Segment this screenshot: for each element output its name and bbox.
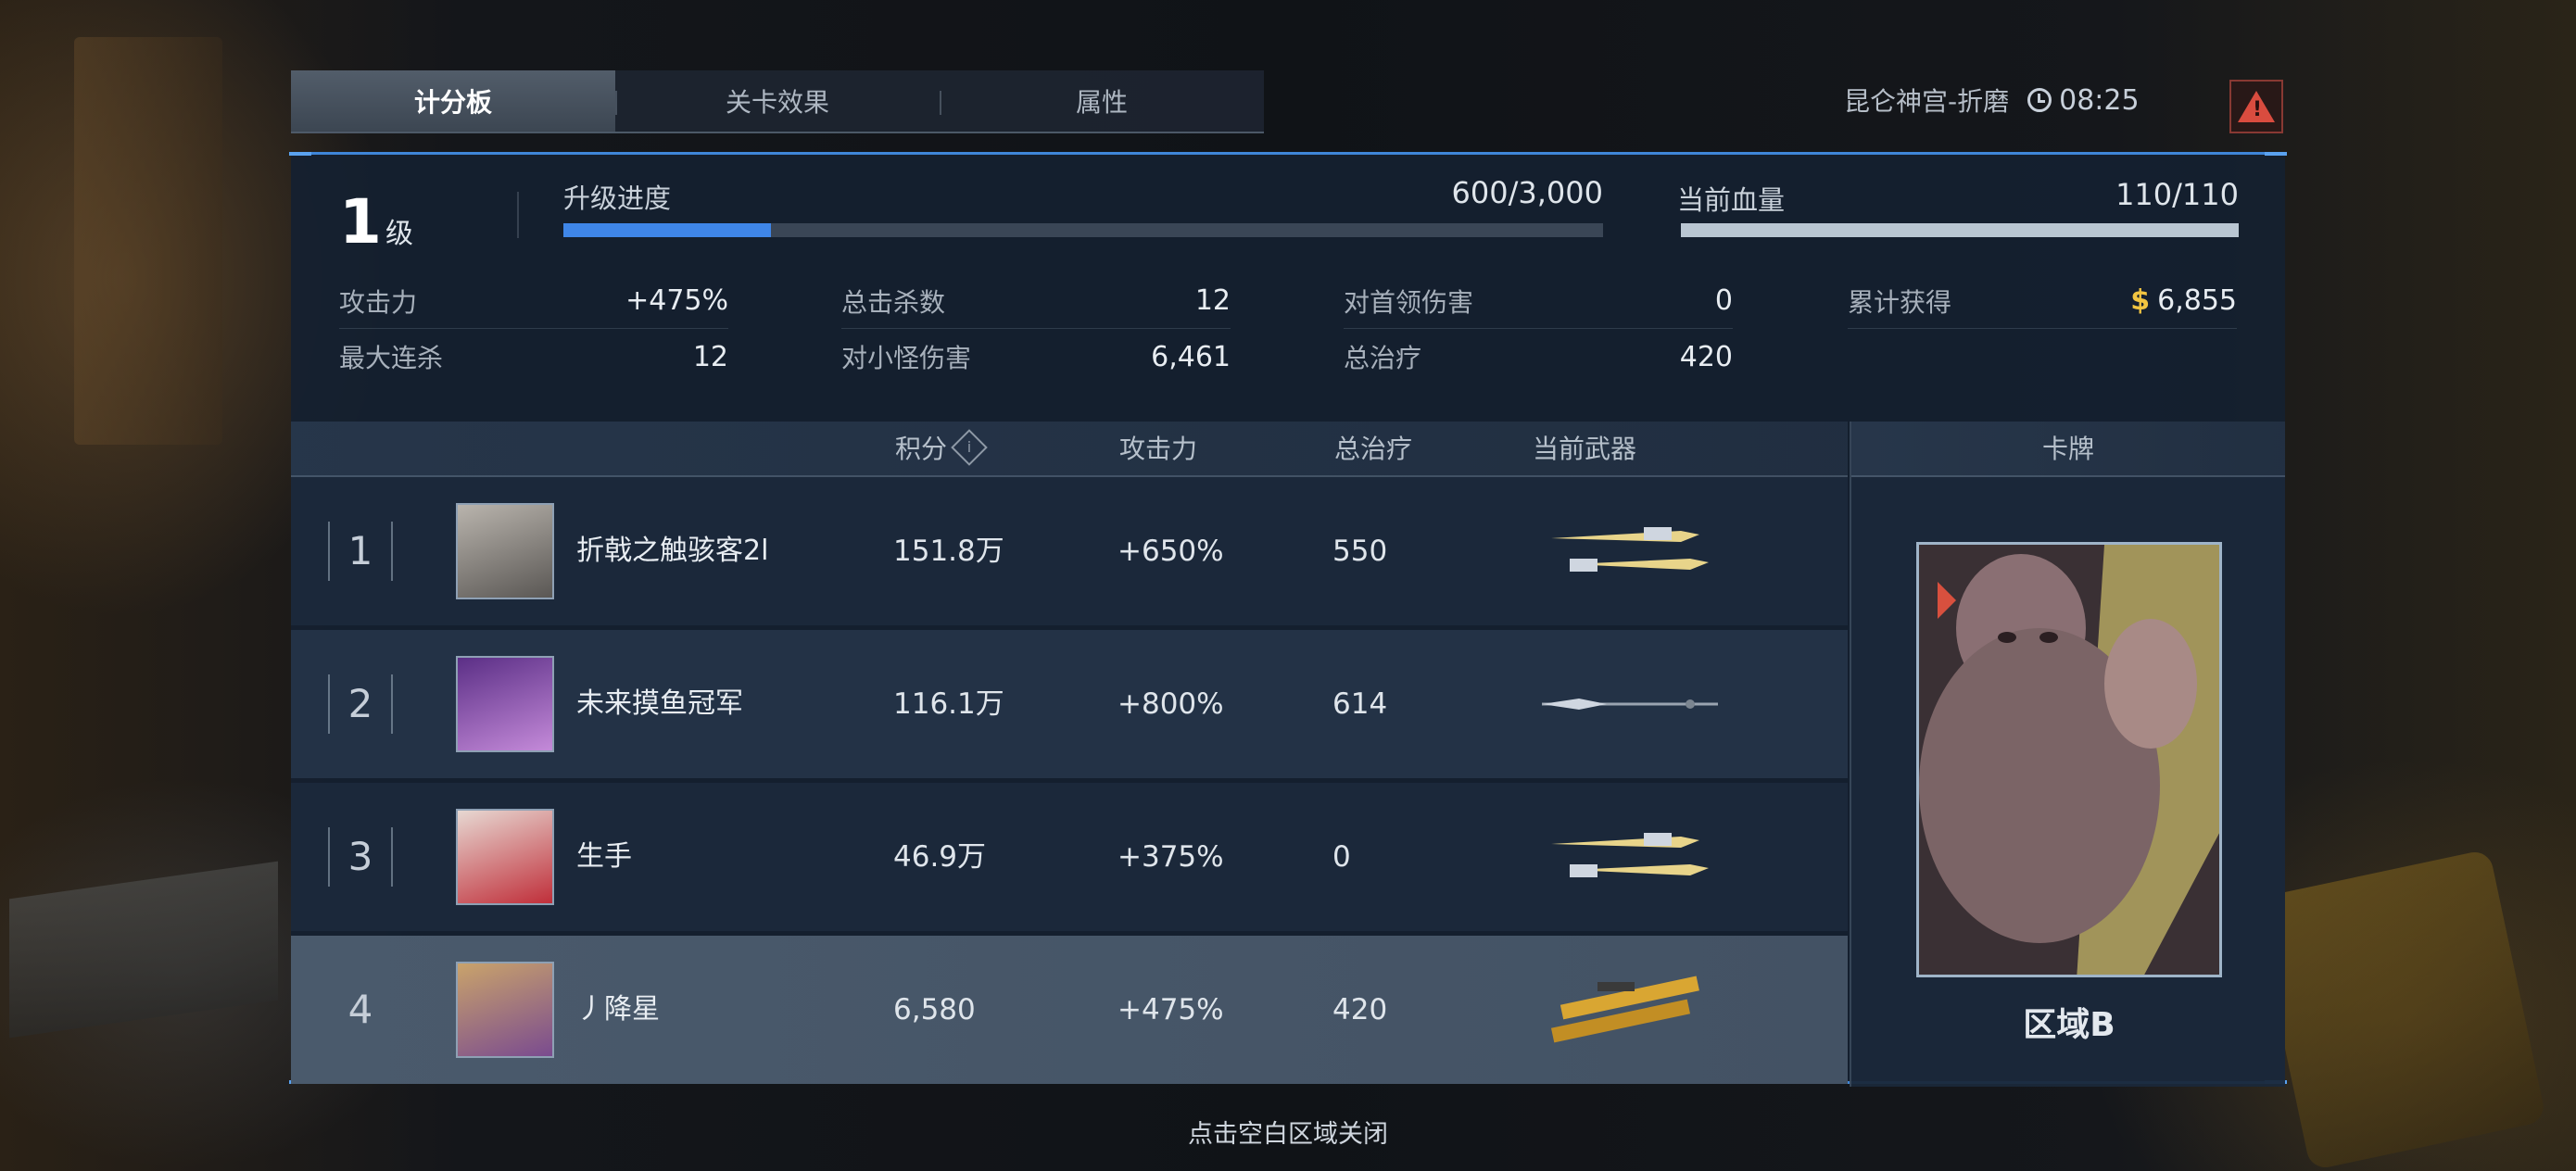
status-bar: 昆仑神宫-折磨 08:25 <box>1844 82 2140 119</box>
scoreboard-header: 积分 i 攻击力 总治疗 当前武器 <box>291 422 1848 477</box>
player-heal: 614 <box>1332 687 1388 721</box>
health-fill <box>1681 223 2239 237</box>
player-level: 1 级 <box>339 186 413 258</box>
stat-key: 总治疗 <box>1344 343 1422 373</box>
tab-scoreboard[interactable]: 计分板 <box>291 70 615 132</box>
player-score: 151.8万 <box>893 535 1004 568</box>
player-heal: 0 <box>1332 840 1351 874</box>
stat-boss-damage: 对首领伤害 0 <box>1344 273 1733 329</box>
tab-bar: 计分板 关卡效果 属性 <box>291 70 1264 133</box>
card-title: 卡牌 <box>1851 422 2285 477</box>
header-attack: 攻击力 <box>1119 434 1198 464</box>
timer-value: 08:25 <box>2059 83 2140 117</box>
player-score: 116.1万 <box>893 687 1004 721</box>
stat-value: 12 <box>1194 284 1231 317</box>
tab-attributes[interactable]: 属性 <box>940 70 1264 132</box>
table-row[interactable]: 2 未来摸鱼冠军 116.1万 +800% 614 <box>291 630 1848 778</box>
health-label: 当前血量 <box>1677 184 1786 216</box>
coin-icon: $ <box>2130 284 2151 317</box>
alert-button[interactable]: ! <box>2229 80 2283 133</box>
stat-total-heal: 总治疗 420 <box>1344 329 1733 384</box>
card-image[interactable] <box>1916 542 2222 977</box>
table-row[interactable]: 1 折戟之触骇客2l 151.8万 +650% 550 <box>291 477 1848 625</box>
health-value: 110/110 <box>2115 177 2239 212</box>
player-attack: +800% <box>1118 687 1224 721</box>
background-crate <box>9 861 278 1039</box>
twin-daggers-icon <box>1533 514 1718 588</box>
player-attack: +475% <box>1118 993 1224 1026</box>
stat-minion-damage: 对小怪伤害 6,461 <box>841 329 1231 384</box>
stat-value: 12 <box>692 340 728 373</box>
divider <box>517 192 519 238</box>
rank-number: 4 <box>347 987 373 1032</box>
stat-key: 累计获得 <box>1848 286 1952 318</box>
table-row[interactable]: 4 丿降星 6,580 +475% 420 <box>291 936 1848 1084</box>
player-attack: +375% <box>1118 840 1224 874</box>
stat-value: +475% <box>625 284 728 317</box>
mutant-creature-illustration <box>1919 545 2219 975</box>
avatar <box>456 809 554 905</box>
tab-level-effects[interactable]: 关卡效果 <box>615 70 940 132</box>
header-weapon: 当前武器 <box>1533 434 1637 464</box>
golden-rifles-icon <box>1533 973 1718 1047</box>
info-icon[interactable]: i <box>951 429 988 466</box>
stat-value: 6,461 <box>1151 340 1231 373</box>
rank-number: 3 <box>328 827 393 887</box>
header-score-label: 积分 <box>895 434 948 464</box>
upgrade-progress-label: 升级进度 <box>563 183 672 214</box>
stat-value: $6,855 <box>2130 284 2237 317</box>
scoreboard-panel: 1 级 升级进度 600/3,000 当前血量 110/110 攻击力 +475… <box>289 152 2287 1087</box>
stat-key: 总击杀数 <box>841 286 946 318</box>
card-section: 卡牌 区域B <box>1850 422 2285 1087</box>
header-heal: 总治疗 <box>1334 434 1413 464</box>
stat-value: 420 <box>1679 340 1733 373</box>
spear-icon <box>1533 667 1718 741</box>
player-summary: 1 级 升级进度 600/3,000 当前血量 110/110 攻击力 +475… <box>291 155 2285 422</box>
player-attack: +650% <box>1118 535 1224 568</box>
upgrade-progress-fill <box>563 223 772 237</box>
player-name: 未来摸鱼冠军 <box>576 687 743 720</box>
close-hint[interactable]: 点击空白区域关闭 <box>0 1114 2576 1150</box>
card-zone-label: 区域B <box>2023 1006 2115 1044</box>
table-row[interactable]: 3 生手 46.9万 +375% 0 <box>291 783 1848 931</box>
rank-number: 2 <box>328 674 393 734</box>
rank-number: 1 <box>328 522 393 581</box>
earned-value: 6,855 <box>2157 284 2237 317</box>
stat-total-kills: 总击杀数 12 <box>841 273 1231 329</box>
stat-key: 攻击力 <box>339 286 418 318</box>
header-score: 积分 i <box>895 422 988 477</box>
player-heal: 550 <box>1332 535 1388 568</box>
stat-total-earned: 累计获得 $6,855 <box>1848 273 2237 329</box>
stat-key: 最大连杀 <box>339 343 444 373</box>
background-pillar <box>74 37 222 445</box>
warning-triangle-icon: ! <box>2238 91 2275 122</box>
avatar <box>456 656 554 752</box>
player-name: 折戟之触骇客2l <box>576 535 769 567</box>
player-name: 丿降星 <box>576 993 660 1026</box>
player-heal: 420 <box>1332 993 1388 1026</box>
player-name: 生手 <box>576 840 632 873</box>
avatar <box>456 503 554 599</box>
level-unit: 级 <box>385 218 413 250</box>
player-score: 46.9万 <box>893 840 987 874</box>
location-label: 昆仑神宫-折磨 <box>1844 86 2010 117</box>
health-bar <box>1681 223 2239 237</box>
stat-key: 对小怪伤害 <box>841 343 972 373</box>
player-score: 6,580 <box>893 993 976 1026</box>
stat-attack: 攻击力 +475% <box>339 273 728 329</box>
upgrade-progress-bar <box>563 223 1603 237</box>
avatar <box>456 962 554 1058</box>
twin-daggers-icon <box>1533 820 1718 894</box>
level-number: 1 <box>339 186 382 258</box>
stat-key: 对首领伤害 <box>1344 286 1474 318</box>
stat-value: 0 <box>1714 284 1733 317</box>
stat-max-combo: 最大连杀 12 <box>339 329 728 384</box>
clock-icon <box>2027 88 2052 112</box>
timer: 08:25 <box>2027 83 2140 117</box>
upgrade-progress-value: 600/3,000 <box>1451 175 1603 210</box>
